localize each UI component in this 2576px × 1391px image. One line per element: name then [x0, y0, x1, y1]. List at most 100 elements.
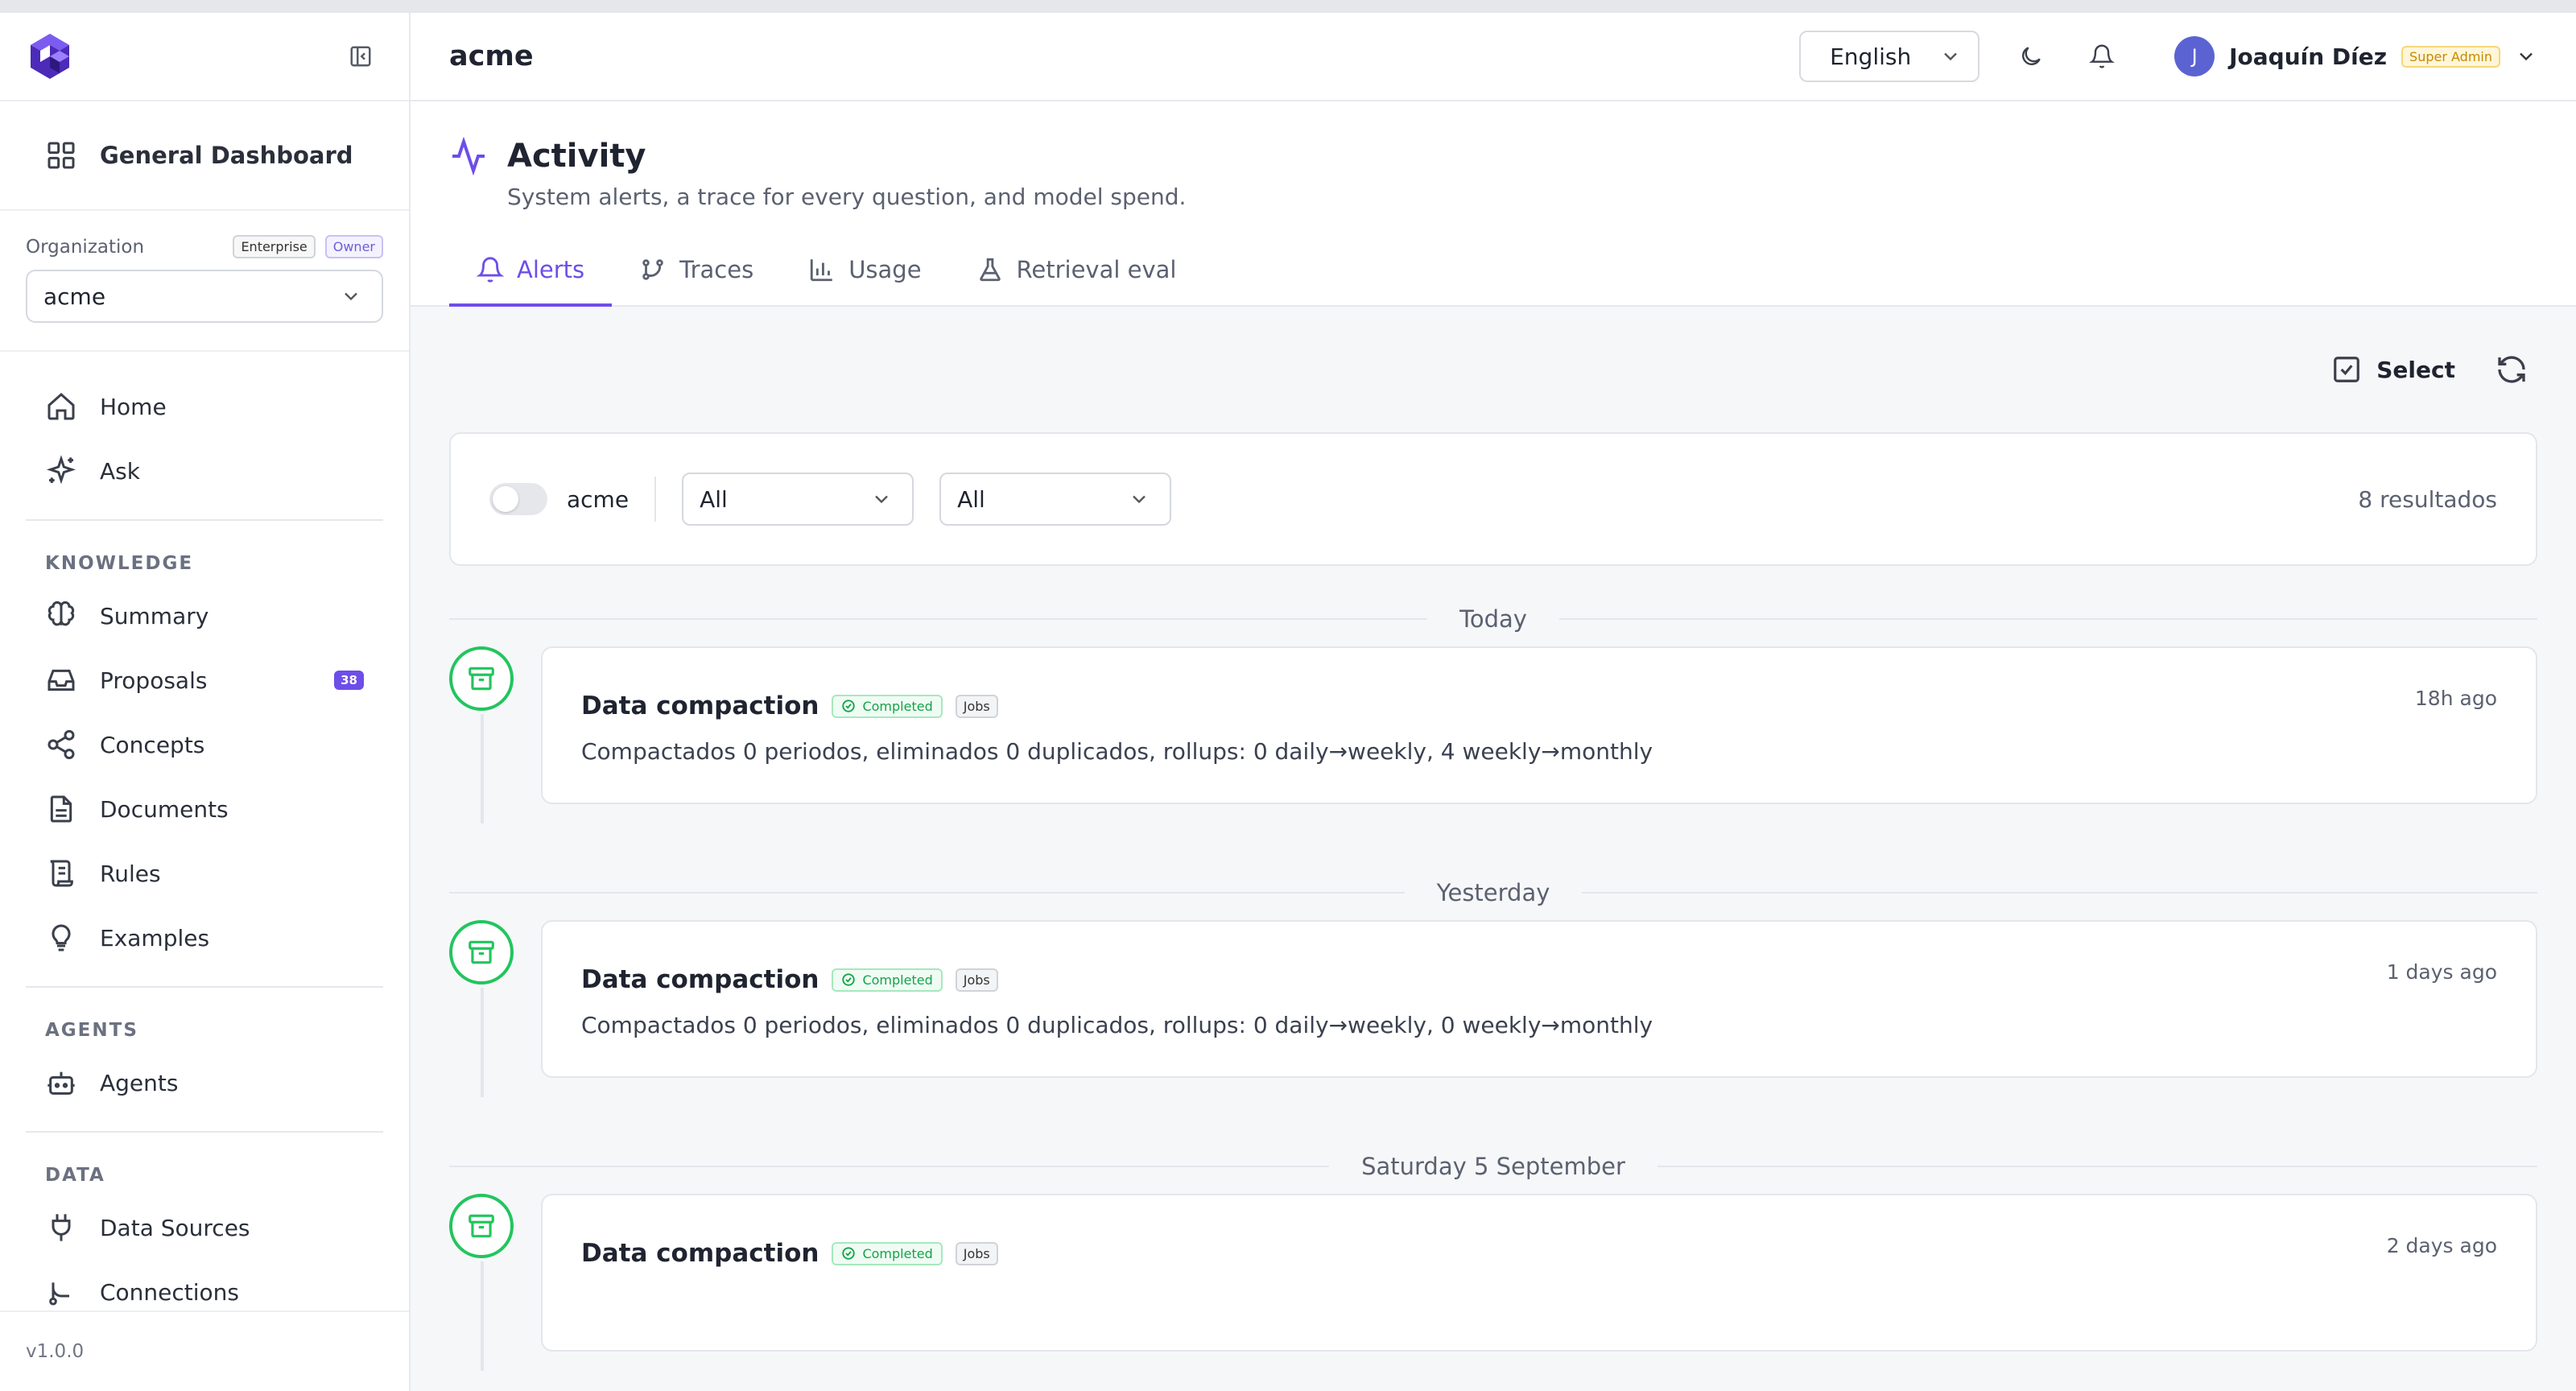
alert-item: Data compaction Completed Jobs Compactad… [449, 646, 2537, 828]
chevron-down-icon [1944, 52, 1957, 61]
sidebar-item-home[interactable]: Home [26, 374, 383, 439]
sidebar-item-concepts[interactable]: Concepts [26, 712, 383, 777]
tab-retrieval-eval[interactable]: Retrieval eval [949, 234, 1204, 305]
day-separator: Yesterday [449, 865, 2537, 920]
language-select[interactable]: English [1799, 31, 1980, 82]
check-circle-icon [842, 973, 856, 986]
filter-bar: acme All All 8 resultados [449, 432, 2537, 566]
chevron-down-icon [345, 292, 357, 301]
tab-alerts[interactable]: Alerts [449, 234, 613, 307]
sidebar-item-documents[interactable]: Documents [26, 777, 383, 841]
alert-title: Data compaction [581, 965, 819, 994]
alert-card[interactable]: Data compaction Completed Jobs Compactad… [541, 920, 2537, 1078]
filter-dropdown-2[interactable]: All [939, 473, 1172, 526]
section-agents-heading: AGENTS [45, 1020, 138, 1041]
sidebar-item-agents[interactable]: Agents [26, 1050, 383, 1115]
timeline [449, 920, 515, 1102]
avatar: J [2174, 36, 2215, 76]
organization-label: Organization [26, 236, 145, 258]
bell-icon [477, 257, 504, 283]
activity-icon [452, 137, 485, 175]
moon-icon [2022, 47, 2041, 65]
alert-description: Compactados 0 periodos, eliminados 0 dup… [581, 738, 1653, 765]
page-subtitle: System alerts, a trace for every questio… [507, 184, 1187, 210]
status-badge: Completed [832, 1241, 943, 1265]
lightbulb-icon [52, 924, 71, 951]
sidebar-item-label: Connections [100, 1278, 240, 1306]
day-label: Today [1459, 605, 1527, 633]
alerts-actions: Select [449, 307, 2537, 432]
chevron-down-icon [2520, 52, 2533, 61]
inbox-icon [47, 669, 75, 691]
alert-card[interactable]: Data compaction Completed Jobs 2 days ag… [541, 1194, 2537, 1352]
select-button-label: Select [2376, 356, 2455, 383]
select-button[interactable]: Select [2331, 354, 2455, 385]
flask-icon [979, 258, 1001, 282]
alert-title: Data compaction [581, 1239, 819, 1268]
filter-dropdown-value: All [700, 485, 728, 513]
sidebar-item-examples[interactable]: Examples [26, 906, 383, 970]
status-badge: Completed [832, 694, 943, 718]
user-menu[interactable]: J Joaquín Díez Super Admin [2174, 36, 2537, 76]
tab-usage[interactable]: Usage [781, 234, 948, 305]
category-badge: Jobs [955, 694, 998, 718]
sidebar-item-summary[interactable]: Summary [26, 584, 383, 648]
refresh-button[interactable] [2492, 350, 2531, 389]
tab-bar: Alerts Traces Usage Retrieval eval [449, 234, 2537, 307]
tab-label: Traces [679, 256, 754, 283]
alert-item: Data compaction Completed Jobs Compactad… [449, 920, 2537, 1102]
scroll-icon [50, 860, 73, 887]
section-data-heading: DATA [45, 1165, 105, 1186]
checkbox-icon [2334, 357, 2360, 382]
proposals-count-badge: 38 [334, 671, 364, 690]
app-logo[interactable] [24, 31, 76, 82]
sidebar-item-label: Ask [100, 457, 140, 485]
chevron-down-icon [875, 495, 888, 504]
sidebar-item-label: Examples [100, 924, 210, 951]
theme-toggle-button[interactable] [2012, 37, 2050, 76]
alerts-panel: Select acme All All 8 resultados Today D… [411, 307, 2576, 1376]
bot-icon [47, 1071, 75, 1095]
top-bar: acme English J Joaquín Díez Super Admin [411, 13, 2576, 101]
status-badge: Completed [832, 968, 943, 992]
sidebar-item-proposals[interactable]: Proposals 38 [26, 648, 383, 712]
sidebar-item-label: Home [100, 393, 167, 420]
notifications-button[interactable] [2083, 37, 2121, 76]
language-selected-value: English [1830, 43, 1912, 70]
sidebar-item-label: Summary [100, 602, 209, 629]
home-icon [47, 392, 75, 420]
app-shell: General Dashboard Organization Enterpris… [0, 13, 2576, 1391]
organization-select[interactable]: acme [26, 270, 383, 323]
filter-dropdown-1[interactable]: All [682, 473, 914, 526]
status-badge-label: Completed [862, 698, 933, 714]
document-icon [50, 795, 72, 823]
collapse-sidebar-button[interactable] [346, 42, 375, 71]
sidebar-nav: Home Ask KNOWLEDGE Summary Proposals 38 … [0, 352, 409, 1324]
sidebar-footer: v1.0.0 [0, 1311, 409, 1391]
enterprise-badge: Enterprise [233, 235, 316, 258]
super-admin-badge: Super Admin [2401, 45, 2500, 68]
general-dashboard-link[interactable]: General Dashboard [0, 101, 409, 211]
sidebar-item-data-sources[interactable]: Data Sources [26, 1195, 383, 1260]
org-scope-toggle[interactable] [489, 483, 547, 515]
filter-dropdown-value: All [957, 485, 985, 513]
status-badge-label: Completed [862, 972, 933, 988]
check-circle-icon [842, 700, 856, 712]
sidebar-item-ask[interactable]: Ask [26, 439, 383, 503]
nav-divider [26, 1131, 383, 1133]
alert-card[interactable]: Data compaction Completed Jobs Compactad… [541, 646, 2537, 804]
sidebar-item-label: Proposals [100, 667, 208, 694]
grid-icon [47, 142, 75, 169]
bell-icon [2089, 44, 2116, 68]
tab-traces[interactable]: Traces [612, 234, 781, 305]
general-dashboard-label: General Dashboard [100, 142, 353, 169]
alert-title: Data compaction [581, 691, 819, 720]
sidebar-item-rules[interactable]: Rules [26, 841, 383, 906]
alert-timestamp: 1 days ago [2386, 960, 2497, 984]
archive-icon [449, 1194, 514, 1258]
main-content: acme English J Joaquín Díez Super Admin [411, 13, 2576, 1391]
alert-timestamp: 2 days ago [2386, 1234, 2497, 1257]
section-knowledge-heading: KNOWLEDGE [45, 553, 194, 574]
page-header: Activity System alerts, a trace for ever… [411, 101, 2576, 307]
alert-timestamp: 18h ago [2414, 687, 2497, 710]
